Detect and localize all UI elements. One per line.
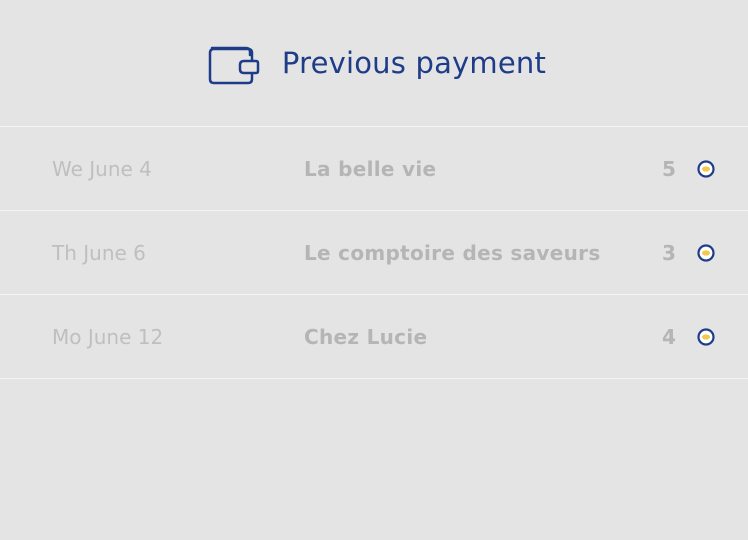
payment-date: Th June 6 <box>52 240 146 265</box>
payment-list: We June 4 La belle vie 5 Th June 6 Le co… <box>0 127 748 379</box>
payment-place: Le comptoire des saveurs <box>304 240 601 265</box>
payment-place: La belle vie <box>304 156 437 181</box>
payment-date: Mo June 12 <box>52 324 164 349</box>
header-content: Previous payment <box>204 39 546 87</box>
payment-date: We June 4 <box>52 156 152 181</box>
payment-row[interactable]: We June 4 La belle vie 5 <box>0 127 748 211</box>
coin-icon <box>697 243 715 262</box>
coin-icon <box>697 327 715 346</box>
page-title: Previous payment <box>281 46 547 80</box>
coin-icon <box>697 159 715 178</box>
payment-count: 3 <box>662 240 676 265</box>
payment-place: Chez Lucie <box>304 324 428 349</box>
payment-count: 4 <box>662 324 676 349</box>
wallet-icon <box>208 46 260 85</box>
header: Previous payment <box>0 0 748 127</box>
payment-count: 5 <box>662 156 676 181</box>
payment-row[interactable]: Th June 6 Le comptoire des saveurs 3 <box>0 211 748 295</box>
payment-row[interactable]: Mo June 12 Chez Lucie 4 <box>0 295 748 379</box>
